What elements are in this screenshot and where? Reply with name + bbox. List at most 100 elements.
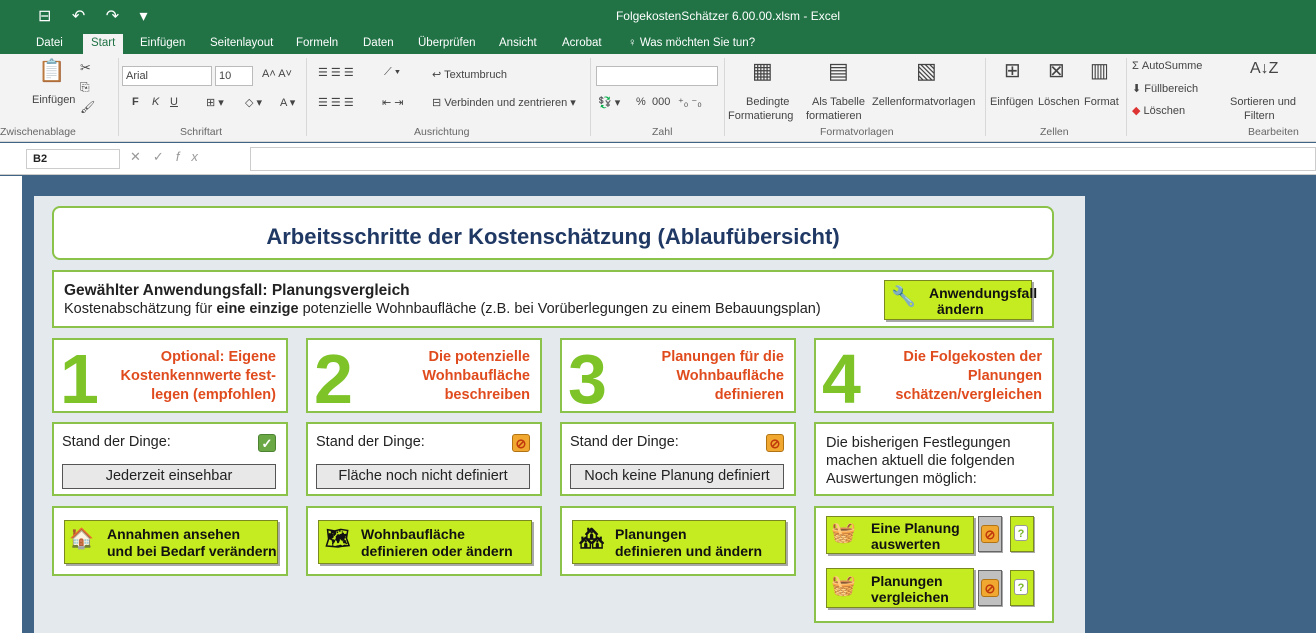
step-number: 3 <box>568 340 607 418</box>
status-box-1: Stand der Dinge: ✓ Jederzeit einsehbar <box>52 422 288 496</box>
tab-datei[interactable]: Datei <box>36 37 63 49</box>
compare-plans-status: ⊘ <box>978 570 1002 606</box>
tab-daten[interactable]: Daten <box>363 37 394 49</box>
align-left-icon[interactable]: ☰ ☰ ☰ <box>318 96 354 109</box>
format-cells-button[interactable]: Format <box>1084 96 1119 108</box>
fill-button[interactable]: ⬇ Füllbereich <box>1132 82 1198 95</box>
status-4-text: Die bisherigen Festlegungen machen aktue… <box>826 435 1015 487</box>
alignment-group-label: Ausrichtung <box>414 126 470 138</box>
status-value: Noch keine Planung definiert <box>570 464 784 489</box>
clear-button[interactable]: ◆ Löschen <box>1132 104 1185 117</box>
compare-plans-help-button[interactable]: ? <box>1010 570 1034 606</box>
usecase-heading: Gewählter Anwendungsfall: Planungsvergle… <box>64 282 410 299</box>
sort-filter-icon: A↓Z <box>1250 60 1279 77</box>
function-icon[interactable]: fx <box>176 149 210 164</box>
number-group-label: Zahl <box>652 126 673 138</box>
quick-access-toolbar[interactable]: ⊟ ↶ ↷ ▾ <box>38 6 156 26</box>
wrap-icon: ↩ <box>432 69 445 81</box>
compare-plans-button[interactable]: 🧺 Planungen vergleichen <box>826 568 974 608</box>
border-icon[interactable]: ⊞ ▾ <box>206 96 224 109</box>
insert-cells-button[interactable]: Einfügen <box>990 96 1033 108</box>
cut-icon[interactable]: ✂ <box>80 60 91 76</box>
map-icon: 🗺 <box>325 528 351 550</box>
italic-button[interactable]: K <box>152 96 159 108</box>
merge-center-button[interactable]: ⊟ Verbinden und zentrieren ▾ <box>432 96 576 109</box>
change-usecase-button[interactable]: 🔧 Anwendungsfall ändern <box>884 280 1037 320</box>
cell-styles-button[interactable]: Zellenformatvorlagen <box>872 96 975 108</box>
percent-button[interactable]: % <box>636 96 646 108</box>
conditional-format-button[interactable]: Bedingte <box>746 96 789 108</box>
enter-icon[interactable]: ✓ <box>153 149 176 164</box>
wrench-icon: 🔧 <box>891 286 916 308</box>
merge-icon: ⊟ <box>432 97 445 109</box>
format-painter-icon[interactable]: 🖌 <box>80 100 95 114</box>
decimal-icon[interactable]: ⁺₀ ⁻₀ <box>678 96 702 109</box>
delete-cells-button[interactable]: Löschen <box>1038 96 1080 108</box>
styles-group-label: Formatvorlagen <box>820 126 894 138</box>
divider <box>724 58 725 136</box>
ribbon-tabs: Datei Start Einfügen Seitenlayout Formel… <box>0 34 1316 54</box>
cancel-icon[interactable]: ✕ <box>130 149 153 164</box>
align-top-icon[interactable]: ☰ ☰ ☰ <box>318 66 354 79</box>
divider <box>118 58 119 136</box>
tab-formeln[interactable]: Formeln <box>296 37 338 49</box>
help-icon: ? <box>1014 525 1028 541</box>
font-name-select[interactable]: Arial <box>122 66 212 86</box>
status-box-3: Stand der Dinge: ⊘ Noch keine Planung de… <box>560 422 796 496</box>
underline-button[interactable]: U <box>170 96 178 108</box>
step-1-box: 1 Optional: Eigene Kostenkennwerte fest-… <box>52 338 288 414</box>
autosum-button[interactable]: Σ AutoSumme <box>1132 60 1202 72</box>
evaluate-plan-button[interactable]: 🧺 Eine Planung auswerten <box>826 516 974 554</box>
copy-icon[interactable]: ⎘ <box>80 80 90 95</box>
prohibited-icon: ⊘ <box>766 434 784 452</box>
orientation-icon[interactable]: ⟋ ▾ <box>384 66 400 79</box>
tell-me-search[interactable]: ♀ Was möchten Sie tun? <box>628 37 755 49</box>
thousands-button[interactable]: 000 <box>652 96 670 108</box>
format-table-label2: formatieren <box>806 110 862 122</box>
fill-color-icon[interactable]: ◇ ▾ <box>245 96 262 109</box>
usecase-description: Kostenabschätzung für eine einzige poten… <box>64 301 821 317</box>
define-plans-button[interactable]: 🏘 Planungen definieren und ändern <box>572 520 786 564</box>
currency-icon[interactable]: 💱 ▾ <box>598 96 620 109</box>
clipboard-group-label: Zwischenablage <box>0 126 76 138</box>
overview-title-box: Arbeitsschritte der Kostenschätzung (Abl… <box>52 206 1054 260</box>
status-label: Stand der Dinge: <box>316 434 425 450</box>
tab-ansicht[interactable]: Ansicht <box>499 37 537 49</box>
cells-group-label: Zellen <box>1040 126 1069 138</box>
tab-seitenlayout[interactable]: Seitenlayout <box>210 37 273 49</box>
sort-filter-button[interactable]: Sortieren und <box>1230 96 1296 108</box>
status-value: Jederzeit einsehbar <box>62 464 276 489</box>
grow-font-icon[interactable]: A˄ A˅ <box>262 68 292 80</box>
divider <box>985 58 986 136</box>
insert-cells-icon: ⊞ <box>1004 60 1021 82</box>
status-label: Stand der Dinge: <box>62 434 171 450</box>
define-area-button[interactable]: 🗺 Wohnbaufläche definieren oder ändern <box>318 520 532 564</box>
conditional-format-icon: ▦ <box>752 58 773 83</box>
name-box[interactable]: B2 <box>26 149 120 169</box>
font-color-icon[interactable]: A ▾ <box>280 96 295 109</box>
step-3-box: 3 Planungen für die Wohnbaufläche defini… <box>560 338 796 418</box>
format-table-button[interactable]: Als Tabelle <box>812 96 865 108</box>
number-format-select[interactable] <box>596 66 718 86</box>
prohibited-icon: ⊘ <box>512 434 530 452</box>
tab-acrobat[interactable]: Acrobat <box>562 37 602 49</box>
tab-ueberpruefen[interactable]: Überprüfen <box>418 37 476 49</box>
evaluate-plan-status: ⊘ <box>978 516 1002 552</box>
divider <box>590 58 591 136</box>
step-2-box: 2 Die potenzielle Wohnbaufläche beschrei… <box>306 338 542 414</box>
page-title: Arbeitsschritte der Kostenschätzung (Abl… <box>266 224 840 249</box>
format-cells-icon: ▥ <box>1090 60 1109 82</box>
plan-icon: 🏘 <box>579 528 605 550</box>
font-size-select[interactable]: 10 <box>215 66 253 86</box>
assumptions-button[interactable]: 🏠 Annahmen ansehen und bei Bedarf veränd… <box>64 520 278 564</box>
bold-button[interactable]: F <box>132 96 139 108</box>
tab-start[interactable]: Start <box>83 34 124 54</box>
formula-input[interactable] <box>250 147 1316 171</box>
wrap-text-button[interactable]: ↩ Textumbruch <box>432 68 507 81</box>
evaluate-plan-help-button[interactable]: ? <box>1010 516 1034 552</box>
indent-icon[interactable]: ⇤ ⇥ <box>382 96 404 109</box>
paste-button[interactable]: Einfügen <box>32 94 75 106</box>
tab-einfuegen[interactable]: Einfügen <box>140 37 185 49</box>
house-icon: 🏠 <box>69 528 94 550</box>
status-value: Fläche noch nicht definiert <box>316 464 530 489</box>
